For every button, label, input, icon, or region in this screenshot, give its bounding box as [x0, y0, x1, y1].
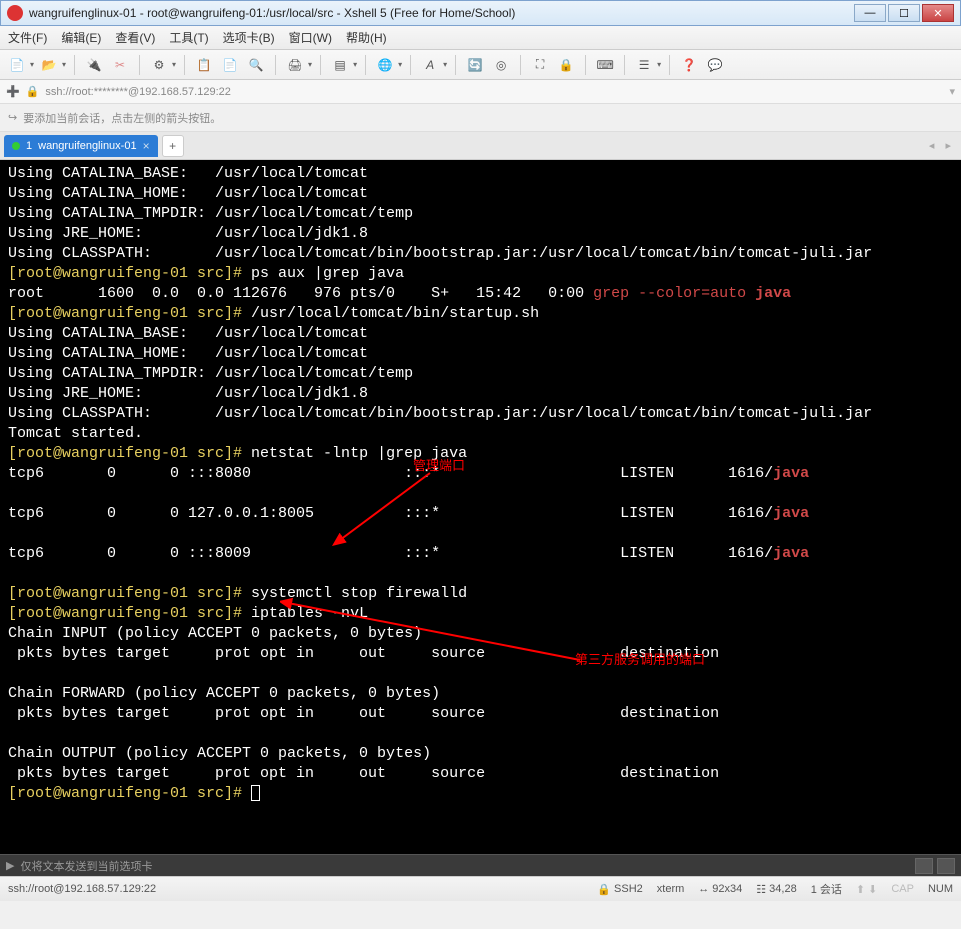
status-term: xterm — [657, 883, 685, 895]
session-status-dot-icon — [12, 142, 20, 150]
status-cursor-pos: 34,28 — [769, 883, 797, 895]
addressbar: ➕ 🔒 ssh://root:********@192.168.57.129:2… — [0, 80, 961, 104]
keyboard-icon[interactable]: ⌨ — [594, 54, 616, 76]
tab-label: wangruifenglinux-01 — [38, 140, 136, 152]
toolbar: 📄▾ 📂▾ 🔌 ✂ ⚙▾ 📋 📄 🔍 🖨▾ ▤▾ 🌐▾ A▾ 🔄 ◎ ⛶ 🔒 ⌨… — [0, 50, 961, 80]
status-size-icon: ↔ — [698, 883, 709, 895]
copy-icon[interactable]: 📋 — [193, 54, 215, 76]
status-pos-icon: ☷ — [756, 883, 766, 896]
find-icon[interactable]: 🔍 — [245, 54, 267, 76]
globe-icon[interactable]: 🌐 — [374, 54, 396, 76]
menu-view[interactable]: 查看(V) — [115, 29, 155, 46]
menu-tools[interactable]: 工具(T) — [169, 29, 208, 46]
status-bar: ssh://root@192.168.57.129:22 🔒SSH2 xterm… — [0, 876, 961, 901]
status-size: 92x34 — [712, 883, 742, 895]
compose-placeholder: 仅将文本发送到当前选项卡 — [20, 858, 152, 874]
menubar: 文件(F) 编辑(E) 查看(V) 工具(T) 选项卡(B) 窗口(W) 帮助(… — [0, 26, 961, 50]
tab-bar: 1 wangruifenglinux-01 × + ◂ ▸ — [0, 132, 961, 160]
window-titlebar: wangruifenglinux-01 - root@wangruifeng-0… — [0, 0, 961, 26]
status-cap: CAP — [891, 883, 914, 895]
properties-icon[interactable]: ⚙ — [148, 54, 170, 76]
status-down-icon[interactable]: ⬇ — [868, 883, 877, 896]
layout-icon[interactable]: ▤ — [329, 54, 351, 76]
menu-file[interactable]: 文件(F) — [8, 29, 47, 46]
tab-close-icon[interactable]: × — [143, 139, 150, 153]
new-tab-button[interactable]: + — [162, 135, 184, 157]
hint-text: 要添加当前会话，点击左侧的箭头按钮。 — [23, 110, 221, 126]
hint-bar: ↪ 要添加当前会话，点击左侧的箭头按钮。 — [0, 104, 961, 132]
tab-index: 1 — [26, 140, 32, 152]
menu-window[interactable]: 窗口(W) — [289, 29, 332, 46]
tab-nav-arrows[interactable]: ◂ ▸ — [929, 139, 955, 152]
lock-toolbar-icon[interactable]: 🔒 — [555, 54, 577, 76]
addressbar-add-icon[interactable]: ➕ — [6, 85, 20, 98]
minimize-button[interactable]: — — [854, 4, 886, 22]
address-dropdown-icon[interactable]: ▾ — [949, 85, 955, 98]
compose-input-bar[interactable]: ▶ 仅将文本发送到当前选项卡 — [0, 854, 961, 876]
menu-help[interactable]: 帮助(H) — [346, 29, 387, 46]
hint-arrow-icon: ↪ — [8, 111, 17, 124]
close-button[interactable]: ✕ — [922, 4, 954, 22]
paste-icon[interactable]: 📄 — [219, 54, 241, 76]
print-icon[interactable]: 🖨 — [284, 54, 306, 76]
chat-icon[interactable]: 💬 — [704, 54, 726, 76]
list-icon[interactable]: ☰ — [633, 54, 655, 76]
fullscreen-icon[interactable]: ⛶ — [529, 54, 551, 76]
status-num: NUM — [928, 883, 953, 895]
new-session-icon[interactable]: 📄 — [6, 54, 28, 76]
terminal-cursor — [251, 785, 260, 801]
address-input[interactable]: ssh://root:********@192.168.57.129:22 — [45, 86, 943, 98]
reconnect-icon[interactable]: 🔌 — [83, 54, 105, 76]
session-tab[interactable]: 1 wangruifenglinux-01 × — [4, 135, 158, 157]
help-icon[interactable]: ❓ — [678, 54, 700, 76]
window-title: wangruifenglinux-01 - root@wangruifeng-0… — [29, 6, 852, 20]
refresh-icon[interactable]: 🔄 — [464, 54, 486, 76]
menu-tab[interactable]: 选项卡(B) — [223, 29, 275, 46]
status-lock-icon: 🔒 — [597, 883, 611, 896]
compose-send-icon[interactable]: ▶ — [6, 859, 14, 872]
status-ssh: SSH2 — [614, 883, 643, 895]
status-up-icon[interactable]: ⬆ — [856, 883, 865, 896]
font-icon[interactable]: A — [419, 54, 441, 76]
compose-opt2-button[interactable] — [937, 858, 955, 874]
terminal[interactable]: Using CATALINA_BASE: /usr/local/tomcat U… — [0, 160, 961, 854]
target-icon[interactable]: ◎ — [490, 54, 512, 76]
compose-opt1-button[interactable] — [915, 858, 933, 874]
app-icon — [7, 5, 23, 21]
status-sessions: 1 会话 — [811, 881, 842, 897]
disconnect-icon[interactable]: ✂ — [109, 54, 131, 76]
maximize-button[interactable]: ☐ — [888, 4, 920, 22]
menu-edit[interactable]: 编辑(E) — [61, 29, 101, 46]
status-connection: ssh://root@192.168.57.129:22 — [8, 883, 156, 895]
open-icon[interactable]: 📂 — [38, 54, 60, 76]
lock-icon: 🔒 — [26, 85, 40, 98]
